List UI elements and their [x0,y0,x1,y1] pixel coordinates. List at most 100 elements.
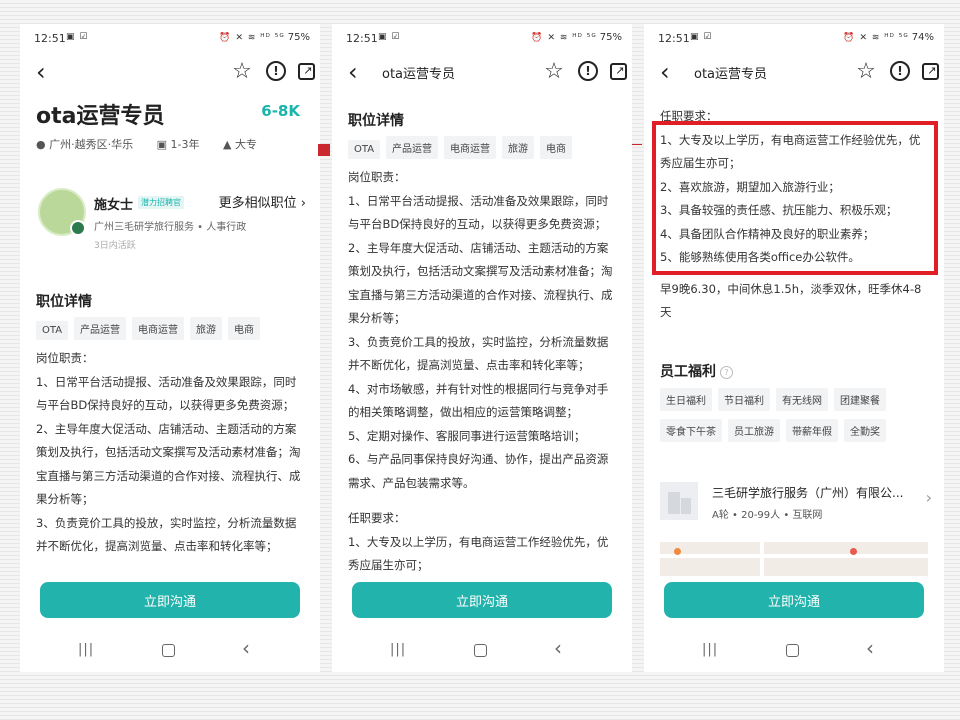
avatar [38,188,86,236]
share-icon[interactable]: ↗ [292,57,320,85]
duty-item: 2、主导年度大促活动、店铺活动、主题活动的方案策划及执行，包括活动文案撰写及活动… [36,421,301,507]
recruiter-card[interactable]: 施女士 潜力招聘官 更多相似职位 › 广州三毛研学旅行服务 • 人事行政 3日内… [36,184,306,254]
notification-icons: ▣ ☑ [378,32,401,42]
section-title-detail: 职位详情 [348,113,404,129]
welfare-title: 员工福利? [660,361,733,381]
duty-header: 岗位职责： [348,170,406,184]
back-icon[interactable]: ‹ [348,58,358,86]
top-bar: ‹ ☆ ! ↗ [20,54,320,94]
welfare-tag: 节日福利 [718,388,770,411]
system-nav-bar: ||| ‹ [644,632,944,668]
system-nav-bar: ||| ‹ [20,632,320,668]
system-nav-bar: ||| ‹ [332,632,632,668]
battery-level: 75% [287,32,310,43]
company-logo-icon [660,482,698,520]
experience-text: ▣ 1-3年 [156,138,200,151]
screen-2: 12:51 ▣ ☑ ⏰ ✕ ≋ ᴴᴰ ⁵ᴳ 75% ‹ ota运营专员 ☆ ! ↗… [332,24,632,672]
status-bar: 12:51 ▣ ☑ ⏰ ✕ ≋ ᴴᴰ ⁵ᴳ 75% [34,32,310,48]
welfare-tags: 零食下午茶 员工旅游 带薪年假 全勤奖 [660,419,934,442]
more-similar-jobs-link[interactable]: 更多相似职位 › [219,192,306,211]
job-tag: 产品运营 [74,317,127,340]
duty-item: 1、日常平台活动提报、活动准备及效果跟踪，同时与平台BD保持良好的互动，以获得更… [348,193,609,232]
share-icon[interactable]: ↗ [604,57,632,85]
status-time: 12:51 [346,32,378,45]
work-schedule: 早9晚6.30，中间休息1.5h，淡季双休，旺季休4-8天 [660,281,922,320]
report-icon[interactable]: ! [262,57,290,85]
info-icon[interactable]: ? [720,365,733,379]
duty-item: 2、主导年度大促活动、店铺活动、主题活动的方案策划及执行，包括活动文案撰写及活动… [348,240,613,326]
job-description: 岗位职责： 1、日常平台活动提报、活动准备及效果跟踪，同时与平台BD保持良好的互… [36,347,306,577]
welfare-tag: 带薪年假 [786,419,838,442]
location-map[interactable] [660,542,928,576]
battery-level: 74% [911,32,934,43]
screen-1: 12:51 ▣ ☑ ⏰ ✕ ≋ ᴴᴰ ⁵ᴳ 75% ‹ ☆ ! ↗ ota运营专员… [20,24,320,672]
status-time: 12:51 [34,32,66,45]
job-meta: ● 广州·越秀区·华乐 ▣ 1-3年 ▲ 大专 [36,136,277,152]
job-tags: OTA 产品运营 电商运营 旅游 电商 [348,136,622,159]
welfare-tag: 零食下午茶 [660,419,722,442]
duty-item: 3、负责竞价工具的投放，实时监控，分析流量数据并不断优化，提高浏览量、点击率和转… [36,515,297,554]
job-tags: OTA 产品运营 电商运营 旅游 电商 [36,317,310,340]
welfare-tag: 全勤奖 [844,419,886,442]
recent-apps-icon[interactable]: ||| [702,642,718,657]
job-tag: 电商运营 [132,317,185,340]
duty-header: 岗位职责： [36,351,94,365]
duty-item: 4、对市场敏感，并有针对性的根据同行与竞争对手的相关策略调整，做出相应的运营策略… [348,381,609,420]
status-time: 12:51 [658,32,690,45]
requirement-header: 任职要求： [348,511,406,525]
home-icon[interactable] [474,644,487,657]
share-icon[interactable]: ↗ [916,57,944,85]
recruiter-name: 施女士 [94,198,134,213]
chat-now-button[interactable]: 立即沟通 [664,582,924,618]
job-title: ota运营专员 [36,104,165,129]
company-card[interactable]: 三毛研学旅行服务（广州）有限公... A轮 • 20-99人 • 互联网 › [660,478,932,524]
job-description: 岗位职责： 1、日常平台活动提报、活动准备及效果跟踪，同时与平台BD保持良好的互… [348,166,618,574]
welfare-tags: 生日福利 节日福利 有无线网 团建聚餐 [660,388,934,411]
back-icon[interactable]: ‹ [36,58,46,86]
topbar-title: ota运营专员 [694,67,768,82]
section-title-detail: 职位详情 [36,294,92,310]
notification-icons: ▣ ☑ [690,32,713,42]
job-tag: 电商 [228,317,261,340]
chevron-right-icon: › [925,488,932,507]
duty-item: 3、负责竞价工具的投放，实时监控，分析流量数据并不断优化，提高浏览量、点击率和转… [348,334,609,373]
home-icon[interactable] [162,644,175,657]
duty-item: 6、与产品同事保持良好沟通、协作，提出产品资源需求、产品包装需求等。 [348,452,609,490]
notification-icons: ▣ ☑ [66,32,89,42]
welfare-tag: 有无线网 [776,388,828,411]
requirement-item: 1、大专及以上学历，有电商运营工作经验优先，优秀应届生亦可； [348,534,609,573]
star-icon[interactable]: ☆ [228,57,256,85]
job-tag: 旅游 [502,136,535,159]
chat-now-button[interactable]: 立即沟通 [352,582,612,618]
education-text: ▲ 大专 [222,138,257,151]
nav-back-icon[interactable]: ‹ [242,636,250,660]
star-icon[interactable]: ☆ [540,57,568,85]
recent-apps-icon[interactable]: ||| [390,642,406,657]
company-info: A轮 • 20-99人 • 互联网 [712,510,823,521]
location-text: ● 广州·越秀区·华乐 [36,138,134,151]
job-tag: 电商运营 [444,136,497,159]
topbar-title: ota运营专员 [382,67,456,82]
welfare-tag: 生日福利 [660,388,712,411]
nav-back-icon[interactable]: ‹ [554,636,562,660]
company-name: 三毛研学旅行服务（广州）有限公... [712,486,904,500]
chat-now-button[interactable]: 立即沟通 [40,582,300,618]
nav-back-icon[interactable]: ‹ [866,636,874,660]
welfare-tag: 员工旅游 [728,419,780,442]
map-pin-icon [850,548,857,555]
duty-item: 1、日常平台活动提报、活动准备及效果跟踪，同时与平台BD保持良好的互动，以获得更… [36,374,297,413]
report-icon[interactable]: ! [574,57,602,85]
report-icon[interactable]: ! [886,57,914,85]
salary: 6-8K [261,102,300,120]
verified-icon [70,220,86,236]
home-icon[interactable] [786,644,799,657]
recent-apps-icon[interactable]: ||| [78,642,94,657]
system-icons: ⏰ ✕ ≋ ᴴᴰ ⁵ᴳ [531,33,597,43]
welfare-tag: 团建聚餐 [834,388,886,411]
recruiter-tag: 潜力招聘官 [138,196,184,209]
job-tag: 电商 [540,136,573,159]
status-bar: 12:51 ▣ ☑ ⏰ ✕ ≋ ᴴᴰ ⁵ᴳ 75% [346,32,622,48]
job-tag: 产品运营 [386,136,439,159]
back-icon[interactable]: ‹ [660,58,670,86]
star-icon[interactable]: ☆ [852,57,880,85]
